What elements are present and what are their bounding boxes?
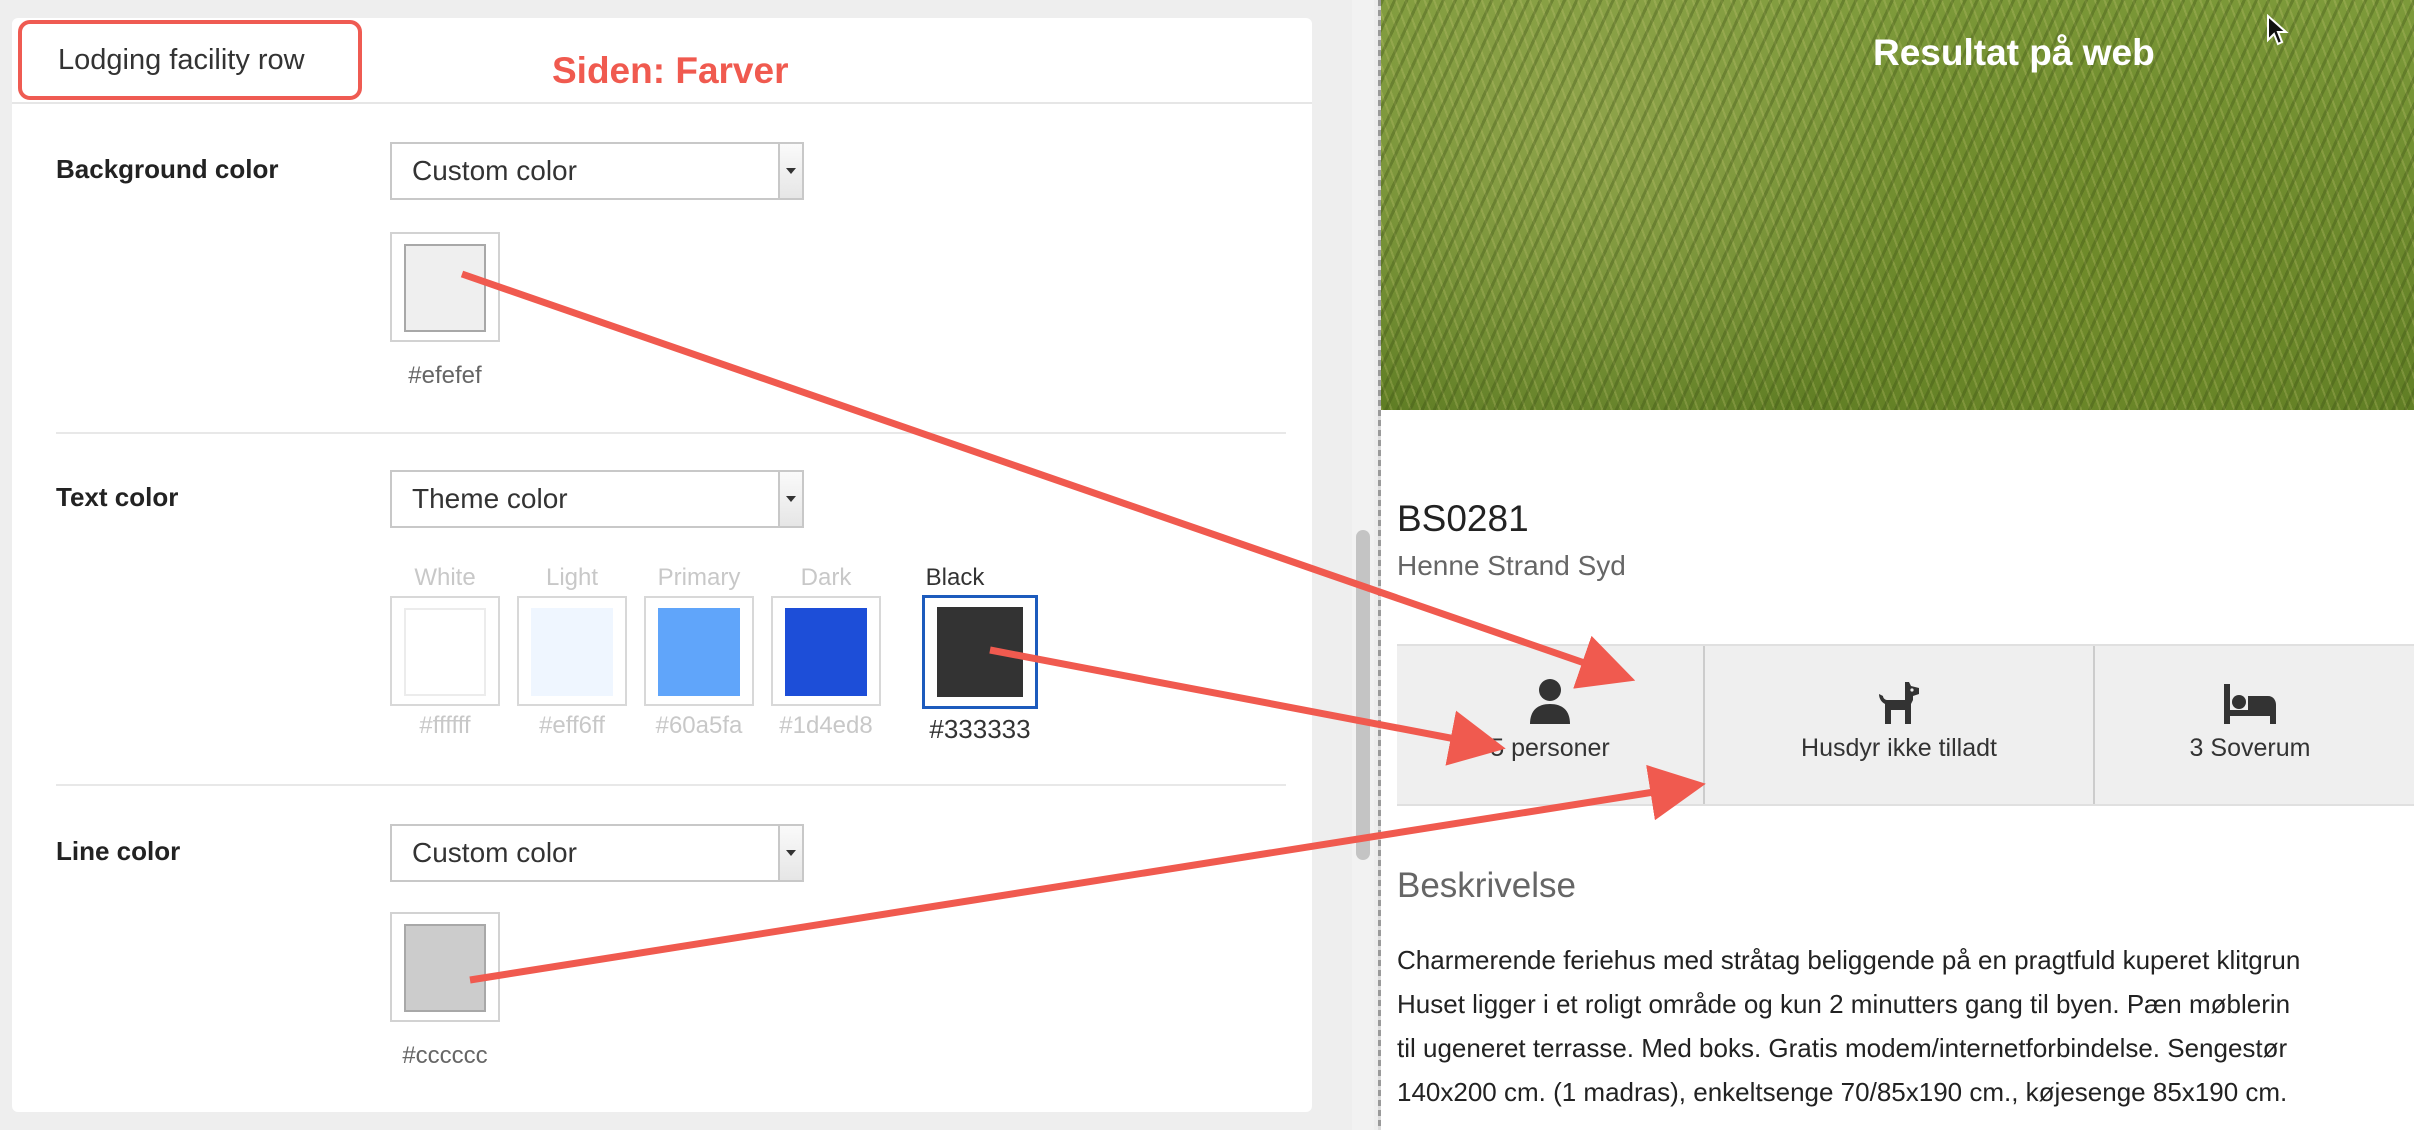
text-color-label: Text color (56, 482, 179, 512)
facility-persons: 5 personer (1397, 646, 1703, 804)
annotation-label: Resultat på web (1873, 32, 2155, 73)
theme-swatch-name-primary: Primary (657, 564, 741, 591)
theme-swatch-black[interactable] (922, 595, 1038, 709)
web-preview: Resultat på web BS0281 Henne Strand Syd … (1381, 0, 2414, 1130)
settings-panel: Lodging facility row Siden: Farver Backg… (12, 18, 1312, 1112)
bed-icon (2224, 684, 2276, 724)
property-code: BS0281 (1397, 498, 1529, 539)
theme-swatch-hex-light: #eff6ff (539, 712, 605, 739)
facility-label: Husdyr ikke tilladt (1801, 734, 1997, 762)
settings-pane: Lodging facility row Siden: Farver Backg… (0, 0, 1380, 1130)
person-icon (1530, 679, 1570, 724)
property-area: Henne Strand Syd (1397, 550, 1626, 581)
facility-bedrooms: 3 Soverum (2095, 646, 2405, 804)
background-color-swatch-fill (404, 244, 486, 332)
line-color-label: Line color (56, 836, 181, 866)
description-line: 140x200 cm. (1 madras), enkeltsenge 70/8… (1397, 1077, 2288, 1107)
theme-swatch-fill (658, 608, 740, 696)
theme-swatch-hex-primary: #60a5fa (655, 712, 743, 739)
description-line: Charmerende feriehus med stråtag beligge… (1397, 945, 2301, 975)
text-color-select-value: Theme color (412, 483, 568, 514)
theme-swatch-dark[interactable] (771, 596, 881, 706)
chevron-down-icon (778, 144, 802, 198)
theme-swatch-fill (937, 607, 1023, 697)
facility-label: 5 personer (1490, 734, 1610, 762)
lodging-facility-row: 5 personer Husdyr ikke tilladt 3 Soverum (1397, 644, 2414, 806)
theme-swatch-hex-white: #ffffff (419, 712, 471, 739)
theme-swatch-hex-black: #333333 (929, 714, 1031, 744)
background-color-select[interactable]: Custom color (390, 142, 804, 200)
background-color-swatch[interactable] (390, 232, 500, 342)
panel-header: Lodging facility row Siden: Farver (12, 18, 1312, 104)
theme-swatch-name-light: Light (545, 564, 599, 591)
scrollbar-thumb[interactable] (1356, 530, 1370, 860)
theme-swatch-fill (531, 608, 613, 696)
theme-swatch-white[interactable] (390, 596, 500, 706)
description-body: Charmerende feriehus med stråtag beligge… (1397, 938, 2414, 1114)
background-color-select-value: Custom color (412, 155, 577, 186)
background-color-label: Background color (56, 154, 279, 184)
facility-label: 3 Soverum (2189, 734, 2311, 762)
theme-swatch-fill (785, 608, 867, 696)
line-color-hex: #cccccc (402, 1042, 488, 1069)
description-line: Huset ligger i et roligt område og kun 2… (1397, 989, 2291, 1019)
theme-swatch-name-white: White (414, 564, 476, 591)
divider (56, 432, 1286, 434)
panel-title[interactable]: Lodging facility row (18, 20, 362, 100)
description-heading: Beskrivelse (1397, 866, 1576, 905)
theme-swatch-fill (404, 608, 486, 696)
theme-swatch-primary[interactable] (644, 596, 754, 706)
facility-pets: Husdyr ikke tilladt (1705, 646, 2093, 804)
theme-swatch-light[interactable] (517, 596, 627, 706)
background-color-hex: #efefef (408, 362, 482, 389)
dog-icon (1879, 682, 1919, 724)
line-color-select-value: Custom color (412, 837, 577, 868)
annotation-label: Siden: Farver (552, 50, 789, 91)
theme-swatch-name-black: Black (925, 564, 985, 591)
divider (56, 784, 1286, 786)
text-color-select[interactable]: Theme color (390, 470, 804, 528)
chevron-down-icon (778, 826, 802, 880)
line-color-select[interactable]: Custom color (390, 824, 804, 882)
line-color-swatch-fill (404, 924, 486, 1012)
chevron-down-icon (778, 472, 802, 526)
theme-swatch-name-dark: Dark (800, 564, 852, 591)
line-color-swatch[interactable] (390, 912, 500, 1022)
theme-swatch-hex-dark: #1d4ed8 (779, 712, 873, 739)
description-line: til ugeneret terrasse. Med boks. Gratis … (1397, 1033, 2288, 1063)
